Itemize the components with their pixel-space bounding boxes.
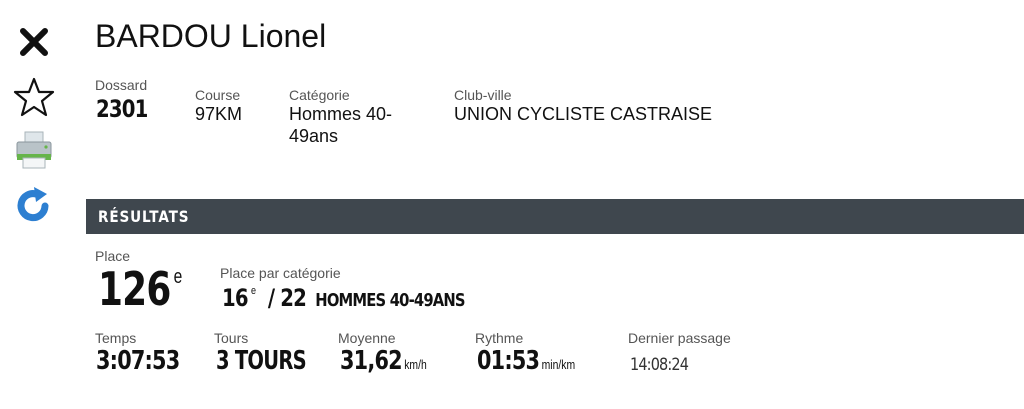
star-icon[interactable] [10,75,58,119]
course-label: Course [195,87,241,103]
temps-value: 3:07:53 [96,346,180,376]
category-place-label: Place par catégorie [220,265,341,281]
club-label: Club-ville [454,87,512,103]
rythme-unit: min/km [541,357,576,372]
club-value: UNION CYCLISTE CASTRAISE [454,104,713,124]
temps-label: Temps [95,330,137,346]
action-sidebar [0,0,70,409]
dernier-passage-label: Dernier passage [628,330,731,346]
place-suffix: e [173,266,183,288]
results-section-title: RÉSULTATS [98,207,190,226]
place-number: 126 [98,262,171,316]
category-total: / 22 [267,284,307,312]
category-place-value: 16 e / 22 HOMMES 40-49ANS [222,284,466,312]
dossard-label: Dossard [95,77,148,93]
tours-label: Tours [214,330,249,346]
dernier-passage-value: 14:08:24 [630,355,689,375]
moyenne-value: 31,62 km/h [340,346,427,376]
close-icon[interactable] [10,20,58,64]
rythme-value: 01:53 min/km [477,346,575,376]
rythme-number: 01:53 [477,346,540,376]
category-place-number: 16 [222,284,249,312]
moyenne-label: Moyenne [338,330,396,346]
rythme-label: Rythme [475,330,524,346]
moyenne-number: 31,62 [340,346,403,376]
moyenne-unit: km/h [404,357,427,372]
course-value: 97KM [195,104,243,124]
place-value: 126 e [98,262,182,316]
categorie-label: Catégorie [289,87,350,103]
tours-value: 3 TOURS [216,346,307,376]
printer-icon[interactable] [10,128,58,172]
results-section-header: RÉSULTATS [86,199,1024,234]
category-name: HOMMES 40-49ANS [315,290,465,311]
category-place-suffix: e [251,285,256,297]
categorie-value-line1: Hommes 40- [289,104,393,124]
dossard-value: 2301 [96,95,148,123]
refresh-icon[interactable] [10,183,58,227]
athlete-name: BARDOU Lionel [95,18,327,54]
categorie-value-line2: 49ans [289,126,339,146]
